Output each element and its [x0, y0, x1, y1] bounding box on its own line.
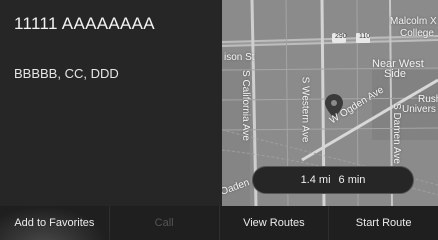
add-to-favorites-button[interactable]: Add to Favorites [0, 206, 110, 240]
route-distance: 1.4 mi [300, 174, 331, 186]
map-label-univers: Univers [402, 104, 436, 115]
map-label-western: S Western Ave [299, 76, 311, 143]
map-label-side: Side [384, 68, 407, 80]
view-routes-button[interactable]: View Routes [219, 206, 330, 240]
map-label-college: College [400, 28, 434, 39]
map-label-california: S California Ave [239, 70, 251, 141]
call-button[interactable]: Call [109, 206, 220, 240]
route-summary-pill[interactable]: 1.4 mi 6 min [252, 166, 414, 194]
destination-address: BBBBB, CC, DDD [14, 66, 119, 81]
map-label-damen: S Damen Ave [390, 103, 402, 164]
navigation-screen: 11111 AAAAAAAA BBBBB, CC, DDD Malcolm X … [0, 0, 438, 240]
destination-info-panel: 11111 AAAAAAAA BBBBB, CC, DDD [0, 0, 222, 206]
route-time: 6 min [338, 174, 366, 186]
highway-label-110: 110 [359, 33, 371, 40]
action-bar: Add to Favorites Call View Routes Start … [0, 206, 438, 240]
start-route-button[interactable]: Start Route [329, 206, 438, 240]
highway-label-290: 290 [335, 33, 347, 40]
destination-title: 11111 AAAAAAAA [14, 14, 155, 33]
map-label-ison: ison St [224, 52, 255, 63]
map-label-malcolm: Malcolm X [390, 16, 437, 27]
